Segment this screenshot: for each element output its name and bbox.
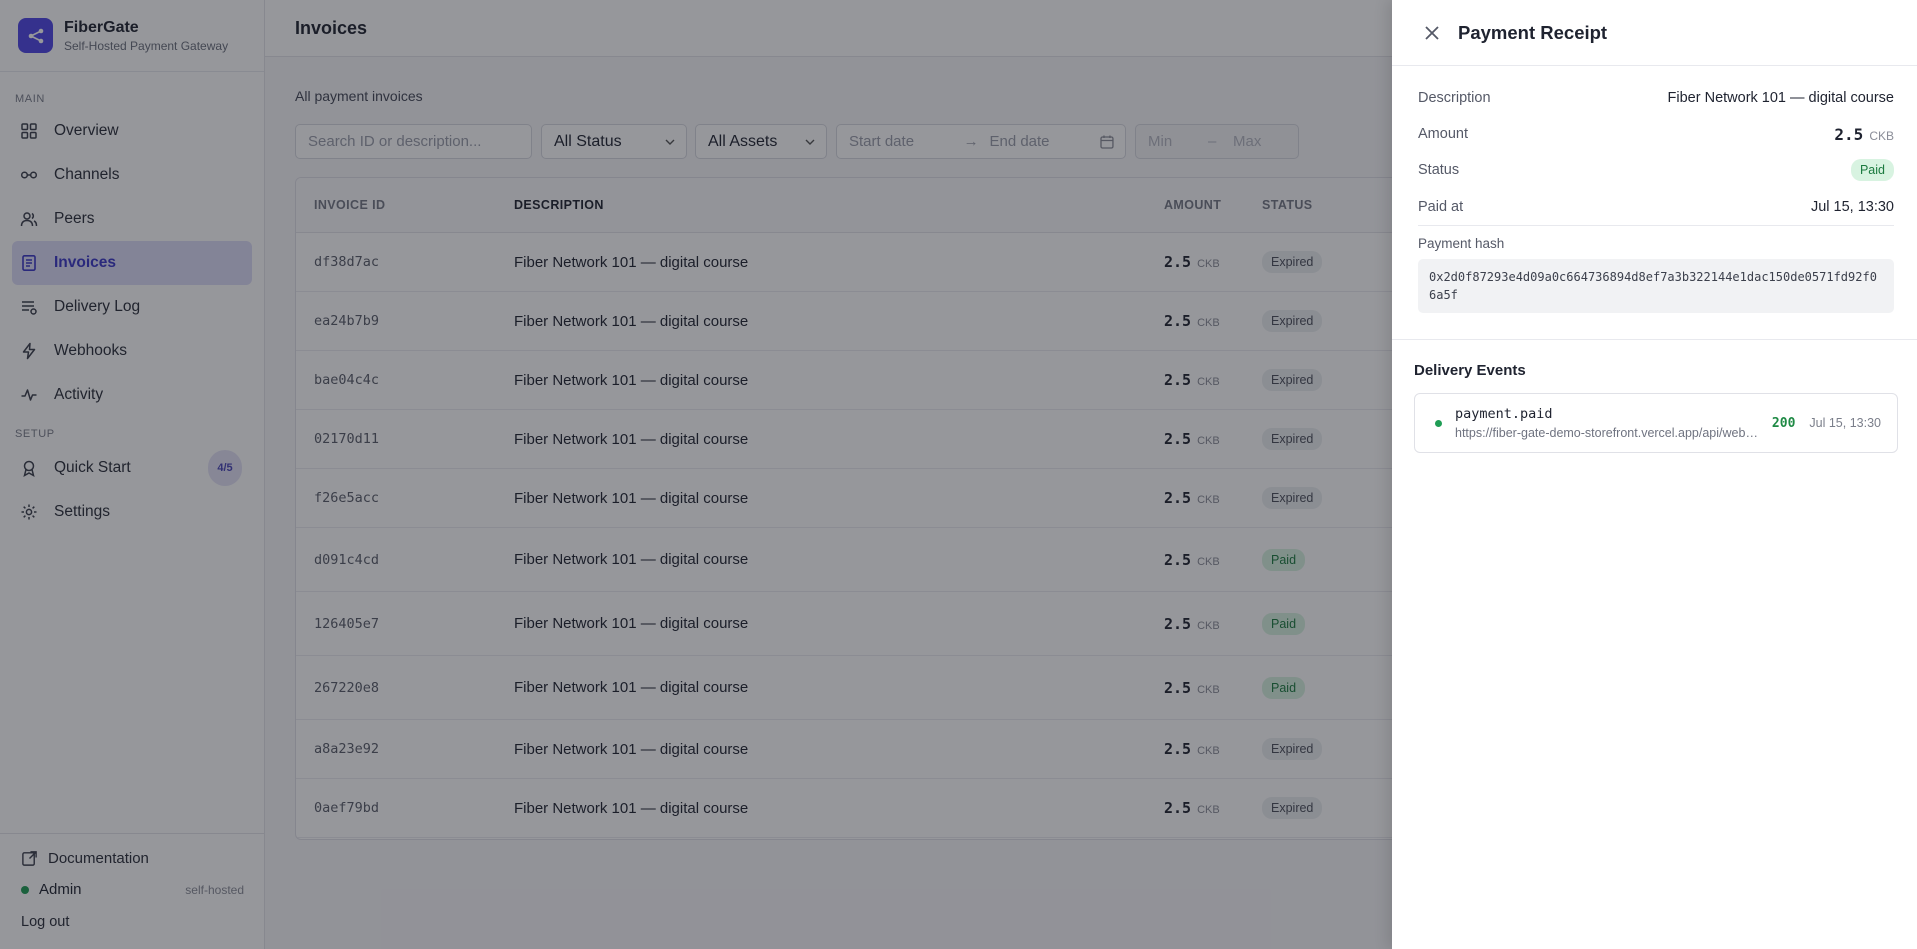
receipt-description-row: Description Fiber Network 101 — digital … — [1418, 80, 1894, 116]
event-status-code: 200 — [1771, 415, 1796, 431]
amount-value: 2.5 — [1834, 124, 1864, 144]
paid-at-label: Paid at — [1418, 198, 1464, 215]
status-badge: Paid — [1850, 159, 1894, 181]
paid-at-value: Jul 15, 13:30 — [1810, 198, 1894, 215]
event-url: https://fiber-gate-demo-storefront.verce… — [1455, 426, 1760, 440]
receipt-amount-row: Amount 2.5 CKB — [1418, 116, 1894, 152]
status-label: Status — [1418, 162, 1460, 178]
panel-header: Payment Receipt — [1392, 0, 1917, 66]
close-icon[interactable] — [1422, 23, 1442, 43]
event-time: Jul 15, 13:30 — [1809, 416, 1881, 430]
description-label: Description — [1418, 90, 1491, 106]
payment-hash-value[interactable]: 0x2d0f87293e4d09a0c664736894d8ef7a3b3221… — [1418, 259, 1894, 313]
description-value: Fiber Network 101 — digital course — [1667, 90, 1894, 106]
panel-title: Payment Receipt — [1458, 21, 1608, 43]
payment-hash-label: Payment hash — [1418, 236, 1505, 251]
amount-label: Amount — [1418, 126, 1468, 142]
amount-asset: CKB — [1869, 128, 1894, 143]
receipt-paid-at-row: Paid at Jul 15, 13:30 — [1418, 188, 1894, 226]
payment-receipt-panel: Payment Receipt Description Fiber Networ… — [1392, 0, 1917, 949]
event-name: payment.paid — [1455, 406, 1553, 422]
delivery-events-title: Delivery Events — [1414, 362, 1526, 379]
delivery-event-item[interactable]: payment.paid https://fiber-gate-demo-sto… — [1414, 393, 1898, 453]
receipt-status-row: Status Paid — [1418, 152, 1894, 188]
success-dot-icon — [1435, 419, 1442, 427]
